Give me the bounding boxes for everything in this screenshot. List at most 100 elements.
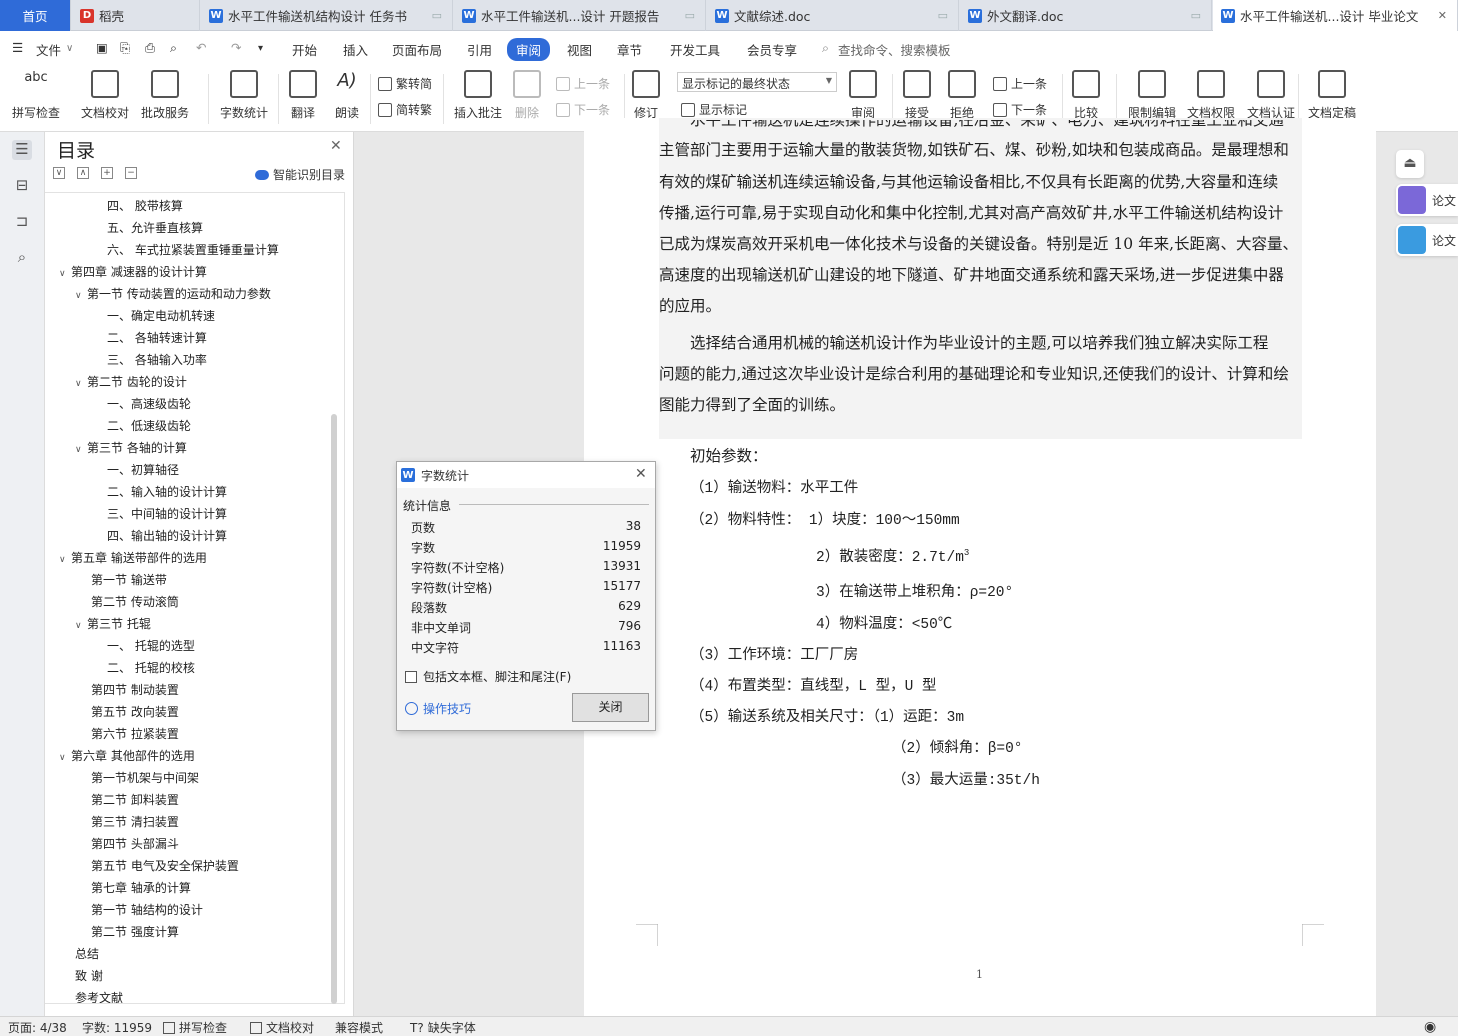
toc-item[interactable]: 第一节 轴结构的设计 [91,901,203,918]
track-changes-button[interactable]: 修订 [632,70,660,121]
redo-icon[interactable]: ↷ [231,40,241,55]
toc-item[interactable]: 二、低速级齿轮 [107,417,191,434]
close-icon[interactable]: ✕ [1438,9,1447,22]
add-icon[interactable]: + [101,167,113,179]
translate-button[interactable]: 翻译 [289,70,317,121]
toc-item[interactable]: ∨ 第二节 齿轮的设计 [75,373,187,390]
toc-item[interactable]: 第五节 电气及安全保护装置 [91,857,239,874]
expand-up-icon[interactable]: ∧ [77,167,89,179]
word-count-indicator[interactable]: 字数: 11959 [82,1019,152,1036]
toc-item[interactable]: 总结 [75,945,99,962]
expand-chevron-icon[interactable]: ∨ [59,269,71,279]
eye-icon[interactable]: ◉ [1424,1019,1436,1035]
expand-chevron-icon[interactable]: ∨ [75,291,87,301]
toc-item[interactable]: ∨ 第四章 减速器的设计计算 [59,263,207,280]
menu-insert[interactable]: 插入 [343,40,368,59]
doc-cert-button[interactable]: 文档认证 [1247,70,1295,121]
menu-layout[interactable]: 页面布局 [392,40,442,59]
search-icon[interactable]: ⌕ [12,248,32,268]
toc-item[interactable]: 五、允许垂直核算 [107,219,203,236]
chevron-down-icon[interactable]: ∨ [66,43,73,54]
toc-item[interactable]: 一、初算轴径 [107,461,179,478]
menu-view[interactable]: 视图 [567,40,592,59]
toc-item[interactable]: 第二节 强度计算 [91,923,179,940]
close-button[interactable]: 关闭 [572,693,649,722]
save-icon[interactable]: ▣ [96,40,108,55]
menu-chapter[interactable]: 章节 [617,40,642,59]
toc-item[interactable]: 一、 托辊的选型 [107,637,195,654]
accept-button[interactable]: 接受 [903,70,931,121]
print-icon[interactable]: ⎙ [145,40,155,56]
tab-doc-3[interactable]: W 文献综述.doc ▭ [707,0,959,31]
toc-item[interactable]: 第一节机架与中间架 [91,769,199,786]
toc-item[interactable]: 第二节 传动滚筒 [91,593,179,610]
menu-file[interactable]: 文件 [36,40,61,59]
checkbox-box[interactable] [405,670,417,683]
toc-item[interactable]: 第四节 制动装置 [91,681,179,698]
hamburger-icon[interactable]: ☰ [12,40,23,55]
show-markup-button[interactable]: 显示标记 [681,101,747,118]
remove-icon[interactable]: − [125,167,137,179]
review-pane-button[interactable]: 审阅 [849,70,877,121]
include-footnotes-checkbox[interactable]: 包括文本框、脚注和尾注(F) [405,668,571,685]
toc-icon[interactable]: ☰ [12,140,32,160]
more-icon[interactable]: ▾ [258,43,263,54]
spell-check-status[interactable]: 拼写检查 [163,1019,227,1036]
close-icon[interactable]: ✕ [635,466,647,482]
page-indicator[interactable]: 页面: 4/38 [8,1019,67,1036]
toc-item[interactable]: 致 谢 [75,967,103,984]
toc-item[interactable]: 第五节 改向装置 [91,703,179,720]
proofread-button[interactable]: 文档校对 [81,70,129,121]
compare-button[interactable]: 比较 [1072,70,1100,121]
simp-to-trad-button[interactable]: 简转繁 [378,101,432,118]
spell-check-button[interactable]: abc 拼写检查 [12,70,60,121]
menu-member[interactable]: 会员专享 [747,40,797,59]
toc-item[interactable]: 第一节 输送带 [91,571,167,588]
toc-item[interactable]: 第七章 轴承的计算 [91,879,191,896]
toc-item[interactable]: 第二节 卸料装置 [91,791,179,808]
next-comment-button[interactable]: 下一条 [556,101,610,118]
menu-start[interactable]: 开始 [292,40,317,59]
close-icon[interactable]: ✕ [330,138,342,154]
tips-link[interactable]: 操作技巧 [405,700,471,717]
expand-chevron-icon[interactable]: ∨ [59,753,71,763]
toc-item[interactable]: 一、高速级齿轮 [107,395,191,412]
read-aloud-button[interactable]: A) 朗读 [333,70,361,121]
toc-item[interactable]: 第六节 拉紧装置 [91,725,179,742]
doc-rights-button[interactable]: 文档权限 [1187,70,1235,121]
toc-item[interactable]: 一、确定电动机转速 [107,307,215,324]
chapter-nav-icon[interactable]: ⊟ [12,176,32,196]
next-change-button[interactable]: 下一条 [993,101,1047,118]
smart-toc-button[interactable]: 智能识别目录 [255,166,345,183]
expand-chevron-icon[interactable]: ∨ [75,379,87,389]
toc-item[interactable]: 第三节 清扫装置 [91,813,179,830]
toc-item[interactable]: ∨ 第一节 传动装置的运动和动力参数 [75,285,271,302]
prev-change-button[interactable]: 上一条 [993,75,1047,92]
command-search[interactable]: 查找命令、搜索模板 [838,40,951,59]
toc-item[interactable]: 四、 胶带核算 [107,197,183,214]
reject-button[interactable]: 拒绝 [948,70,976,121]
bookmark-icon[interactable]: ⊐ [12,212,32,232]
word-count-button[interactable]: 字数统计 [220,70,268,121]
tab-doc-2[interactable]: W 水平工件输送机...设计 开题报告 ▭ [454,0,706,31]
tab-daoke[interactable]: D 稻壳 [72,0,200,31]
toc-item[interactable]: 二、 托辊的校核 [107,659,195,676]
toc-item[interactable]: ∨ 第五章 输送带部件的选用 [59,549,207,566]
toc-item[interactable]: 三、中间轴的设计计算 [107,505,227,522]
prev-comment-button[interactable]: 上一条 [556,75,610,92]
undo-icon[interactable]: ↶ [196,40,206,55]
missing-font-status[interactable]: T? 缺失字体 [410,1019,476,1036]
paper-tool-button-2[interactable]: 论文 [1396,224,1458,256]
menu-devtools[interactable]: 开发工具 [670,40,720,59]
tab-home[interactable]: 首页 [0,0,71,31]
expand-chevron-icon[interactable]: ∨ [75,621,87,631]
toc-item[interactable]: 参考文献 [75,989,123,1003]
toc-item[interactable]: 二、 各轴转速计算 [107,329,207,346]
tab-doc-4[interactable]: W 外文翻译.doc ▭ [960,0,1212,31]
toc-item[interactable]: 六、 车式拉紧装置重锤重量计算 [107,241,279,258]
preview-icon[interactable]: ⌕ [170,40,177,56]
insert-comment-button[interactable]: 插入批注 [454,70,502,121]
delete-comment-button[interactable]: 删除 [513,70,541,121]
toc-item[interactable]: 四、输出轴的设计计算 [107,527,227,544]
menu-reference[interactable]: 引用 [467,40,492,59]
